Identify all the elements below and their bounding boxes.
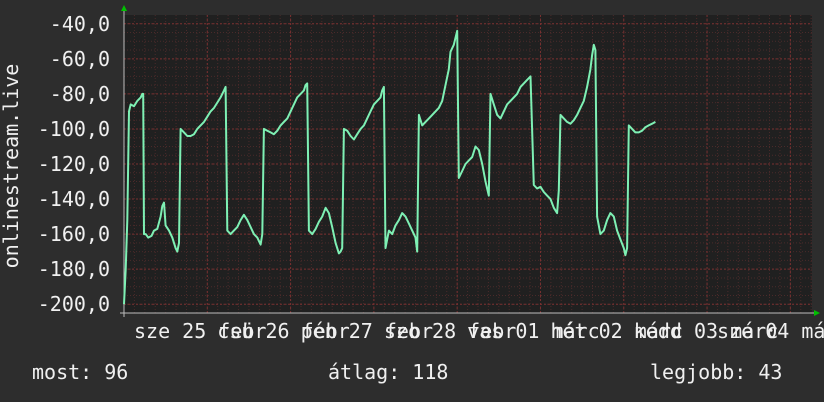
y-tick-labels: -200,0 -180,0 -160,0 -140,0 -120,0 -100,0 -80,… [38, 12, 110, 316]
stat-current: most: 96 [32, 360, 129, 384]
stat-average: átlag: 118 [328, 360, 449, 384]
y-tick-label: -100,0 [38, 117, 110, 141]
x-axis-arrow [814, 310, 820, 316]
y-tick-label: -60,0 [50, 47, 110, 71]
y-tick-label: -180,0 [38, 257, 110, 281]
x-tick-label: sze 04 márc [717, 319, 824, 343]
y-axis-arrow [121, 5, 127, 11]
y-tick-label: -200,0 [38, 292, 110, 316]
y-tick-label: -140,0 [38, 187, 110, 211]
stats-bar: most: 96 átlag: 118 legjobb: 43 [0, 360, 824, 390]
line-chart: -200,0 -180,0 -160,0 -140,0 -120,0 -100,0 -80,… [0, 5, 824, 343]
y-tick-label: -160,0 [38, 222, 110, 246]
y-axis-label: onlinestream.live [0, 64, 23, 269]
y-tick-label: -120,0 [38, 152, 110, 176]
stat-best: legjobb: 43 [650, 360, 783, 384]
y-tick-label: -80,0 [50, 82, 110, 106]
y-tick-label: -40,0 [50, 12, 110, 36]
x-tick-labels: sze 25 febrcsü 26 febrpén 27 febrszo 28 … [134, 319, 824, 343]
